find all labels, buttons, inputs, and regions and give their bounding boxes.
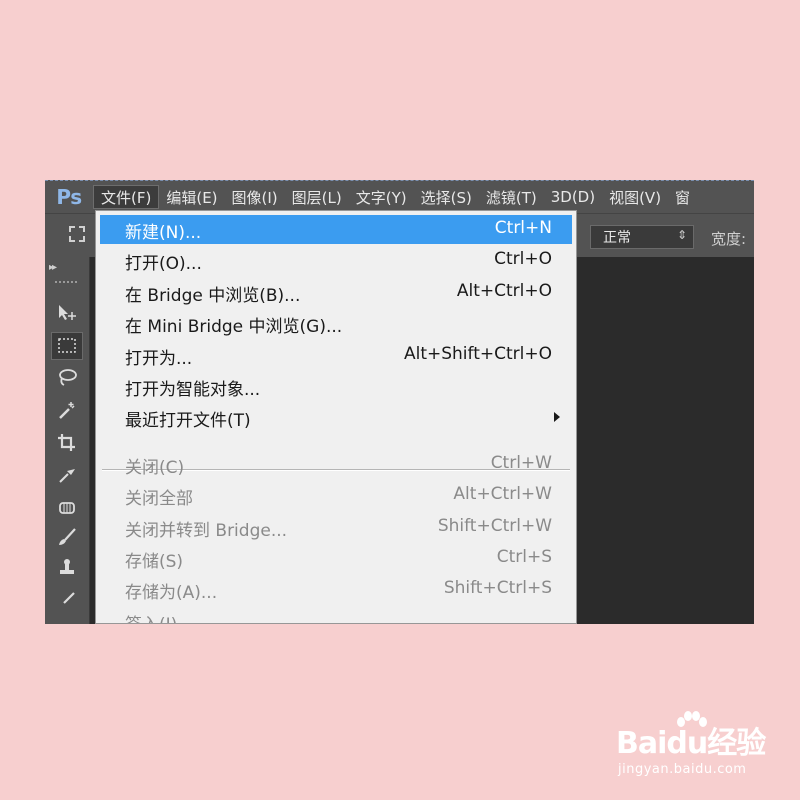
menu-3d[interactable]: 3D(D): [544, 185, 602, 209]
menu-item-check-in[interactable]: 签入(I): [100, 607, 572, 623]
marquee-preset-icon[interactable]: [69, 226, 85, 242]
menu-item-browse-in-mini-bridge[interactable]: 在 Mini Bridge 中浏览(G)...: [100, 309, 572, 338]
menu-filter[interactable]: 滤镜(T): [479, 185, 544, 209]
menu-item-new[interactable]: 新建(N)... Ctrl+N: [100, 215, 572, 244]
style-mode-select[interactable]: 正常 ⇕: [590, 225, 694, 249]
menu-edit[interactable]: 编辑(E): [159, 185, 224, 209]
menu-window[interactable]: 窗: [668, 185, 697, 209]
watermark-logo: Baidu经验: [616, 726, 766, 761]
baidu-jingyan-watermark: Baidu经验 jingyan.baidu.com: [612, 711, 766, 784]
eyedropper-tool-icon[interactable]: [51, 460, 83, 488]
magic-wand-tool-icon[interactable]: [51, 396, 83, 424]
menu-item-open-as[interactable]: 打开为... Alt+Shift+Ctrl+O: [100, 341, 572, 370]
watermark-url: jingyan.baidu.com: [618, 762, 747, 777]
select-arrows-icon: ⇕: [676, 228, 687, 242]
style-mode-value: 正常: [603, 230, 631, 246]
crop-tool-icon[interactable]: [51, 428, 83, 456]
collapse-panel-icon[interactable]: ▸▸: [49, 262, 57, 273]
menu-item-open[interactable]: 打开(O)... Ctrl+O: [100, 246, 572, 275]
menu-item-open-recent[interactable]: 最近打开文件(T): [100, 403, 572, 432]
file-menu-dropdown: 新建(N)... Ctrl+N 打开(O)... Ctrl+O 在 Bridge 中…: [95, 210, 577, 624]
width-label: 宽度:: [711, 230, 747, 248]
brush-tool-icon[interactable]: [51, 523, 83, 551]
menu-item-close-all[interactable]: 关闭全部 Alt+Ctrl+W: [100, 481, 572, 510]
menu-item-browse-in-bridge[interactable]: 在 Bridge 中浏览(B)... Alt+Ctrl+O: [100, 278, 572, 307]
lasso-tool-icon[interactable]: [51, 364, 83, 392]
menu-item-close-and-go-to-bridge[interactable]: 关闭并转到 Bridge... Shift+Ctrl+W: [100, 513, 572, 542]
menu-file[interactable]: 文件(F): [93, 185, 160, 209]
menu-item-open-as-smart-object[interactable]: 打开为智能对象...: [100, 372, 572, 401]
submenu-arrow-icon: [554, 412, 560, 422]
menu-item-close[interactable]: 关闭(C) Ctrl+W: [100, 450, 572, 479]
menu-bar: Ps 文件(F) 编辑(E) 图像(I) 图层(L) 文字(Y) 选择(S) 滤…: [45, 180, 754, 213]
menu-view[interactable]: 视图(V): [602, 185, 668, 209]
photoshop-logo: Ps: [56, 185, 82, 209]
rectangular-marquee-tool-icon[interactable]: [51, 332, 83, 360]
menu-image[interactable]: 图像(I): [225, 185, 285, 209]
spot-healing-tool-icon[interactable]: [51, 494, 83, 522]
menu-item-save[interactable]: 存储(S) Ctrl+S: [100, 544, 572, 573]
panel-grip[interactable]: [55, 281, 77, 286]
history-brush-tool-icon[interactable]: [51, 585, 83, 613]
clone-stamp-tool-icon[interactable]: [51, 554, 83, 582]
menu-type[interactable]: 文字(Y): [349, 185, 414, 209]
tools-panel: ▸▸: [45, 257, 90, 624]
menu-layer[interactable]: 图层(L): [285, 185, 349, 209]
menu-select[interactable]: 选择(S): [414, 185, 479, 209]
move-tool-icon[interactable]: [51, 299, 83, 327]
menu-item-save-as[interactable]: 存储为(A)... Shift+Ctrl+S: [100, 575, 572, 604]
photoshop-window: Ps 文件(F) 编辑(E) 图像(I) 图层(L) 文字(Y) 选择(S) 滤…: [45, 180, 754, 624]
